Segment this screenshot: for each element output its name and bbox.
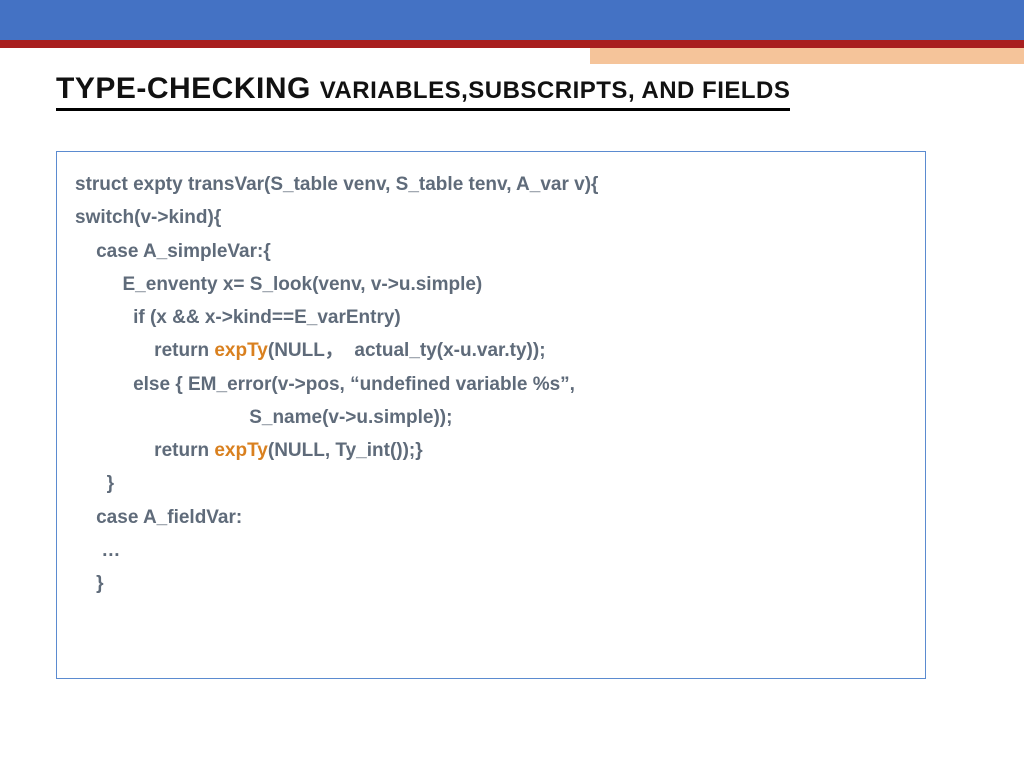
keyword-expty: expTy: [214, 340, 268, 361]
code-line: }: [75, 467, 907, 500]
code-line: switch(v->kind){: [75, 201, 907, 234]
code-line: E_enventy x= S_look(venv, v->u.simple): [75, 268, 907, 301]
code-line: …: [75, 534, 907, 567]
title-sub: VARIABLES,SUBSCRIPTS, AND FIELDS: [320, 77, 791, 104]
red-accent-bar: [0, 40, 1024, 48]
code-line: else { EM_error(v->pos, “undefined varia…: [75, 368, 907, 401]
code-line: if (x && x->kind==E_varEntry): [75, 301, 907, 334]
code-line: S_name(v->u.simple));: [75, 401, 907, 434]
slide-title: TYPE-CHECKING VARIABLES,SUBSCRIPTS, AND …: [56, 72, 790, 111]
code-line: return expTy(NULL, Ty_int());}: [75, 434, 907, 467]
slide-content: TYPE-CHECKING VARIABLES,SUBSCRIPTS, AND …: [0, 64, 1024, 679]
title-main: TYPE-CHECKING: [56, 72, 320, 105]
code-line: case A_simpleVar:{: [75, 235, 907, 268]
code-box: struct expty transVar(S_table venv, S_ta…: [56, 151, 926, 679]
code-line: }: [75, 567, 907, 600]
peach-accent-row: [0, 48, 1024, 64]
code-line: struct expty transVar(S_table venv, S_ta…: [75, 168, 907, 201]
keyword-expty: expTy: [214, 440, 268, 461]
top-blue-bar: [0, 0, 1024, 40]
code-line: case A_fieldVar:: [75, 501, 907, 534]
code-line: return expTy(NULL， actual_ty(x-u.var.ty)…: [75, 334, 907, 367]
